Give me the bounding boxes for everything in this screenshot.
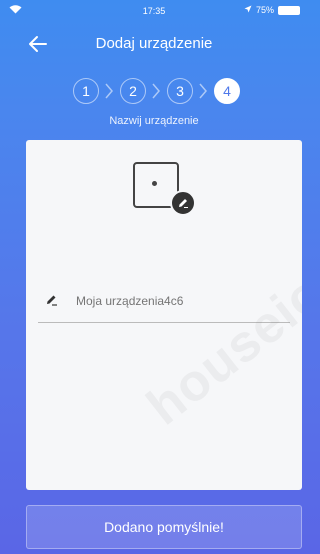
step-3: 3 <box>167 78 193 104</box>
step-2: 2 <box>120 78 146 104</box>
device-dot <box>152 181 157 186</box>
step-1: 1 <box>73 78 99 104</box>
step-indicator: 1 2 3 4 <box>0 78 308 106</box>
header: Dodaj urządzenie <box>0 24 308 64</box>
page-title: Dodaj urządzenie <box>95 35 213 52</box>
pencil-icon <box>44 292 60 308</box>
location-icon <box>244 5 252 15</box>
chevron-right-icon <box>105 83 113 99</box>
chevron-right-icon <box>199 83 207 99</box>
battery-percent: 75% <box>255 5 274 15</box>
edit-badge-icon <box>170 190 196 216</box>
device-name-card: houseio <box>26 140 302 490</box>
step-4: 4 <box>214 78 240 104</box>
step-caption: Nazwij urządzenie <box>109 115 199 127</box>
battery-icon <box>278 5 300 15</box>
device-icon <box>133 162 197 222</box>
success-button[interactable]: Dodano pomyślnie! <box>26 505 302 549</box>
status-bar: 17:35 75% <box>0 0 308 22</box>
chevron-right-icon <box>152 83 160 99</box>
